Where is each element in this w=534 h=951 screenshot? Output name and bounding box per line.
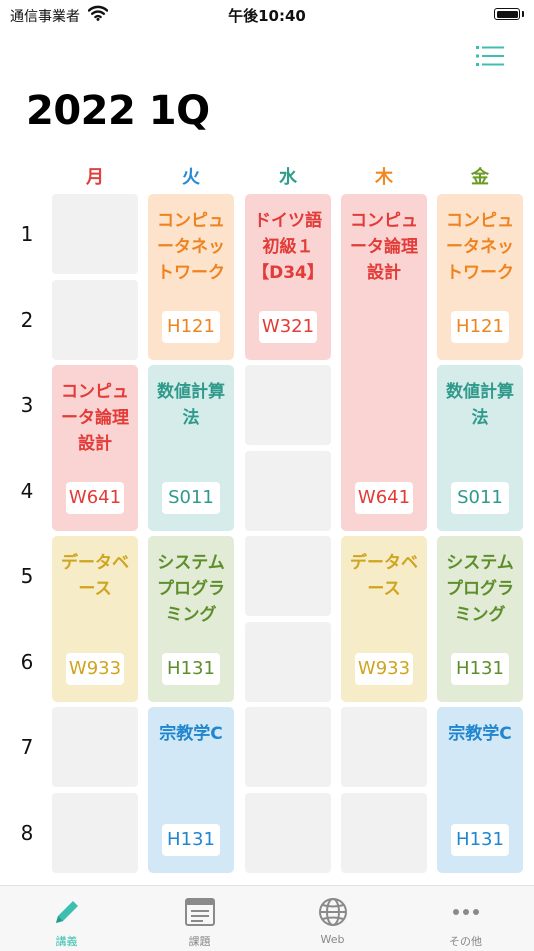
period-label: 8 [20,820,34,845]
period-label: 4 [20,478,34,503]
empty-cell[interactable] [245,365,331,445]
day-header: 水 [279,167,297,188]
room-badge: W933 [355,652,413,685]
status-bar: 通信事業者 午後10:40 [0,0,534,30]
empty-cell[interactable] [245,450,331,531]
room-badge: W321 [259,310,317,343]
empty-cell[interactable] [245,792,331,873]
class-name: コンピュータ論理設計 [350,211,418,283]
list-icon [476,46,504,66]
more-icon [453,909,479,915]
period-label: 7 [20,735,34,759]
day-header: 金 [471,167,489,188]
class-card[interactable]: 数値計算法 S011 [148,365,234,531]
class-name: システムプログラミング [446,553,514,625]
room-badge: W933 [66,652,124,685]
room-badge: H131 [451,823,509,856]
class-card[interactable]: コンピュータ論理設計 W641 [341,194,427,531]
tab-lectures-label: 講義 [55,935,78,948]
room-badge: H131 [162,652,220,685]
class-card[interactable]: コンピュータネットワーク H121 [437,194,523,360]
empty-cell[interactable] [245,707,331,787]
page-title: 2022 1Q [26,88,210,134]
day-header: 木 [375,167,393,188]
tab-other-label: その他 [449,935,482,948]
period-label: 5 [20,564,34,588]
room-badge: S011 [162,481,220,514]
class-name: データベース [350,553,418,599]
empty-cell[interactable] [52,707,138,787]
empty-cell[interactable] [52,792,138,873]
battery-cap [522,11,524,17]
class-card[interactable]: システムプログラミング H131 [148,536,234,702]
class-card[interactable]: コンピュータネットワーク H121 [148,194,234,360]
class-card[interactable]: データベース W933 [341,536,427,702]
class-card[interactable]: データベース W933 [52,536,138,702]
class-name: システムプログラミング [157,553,225,625]
tab-web[interactable]: Web [266,886,399,951]
room-badge: S011 [451,481,509,514]
class-card[interactable]: 宗教学C H131 [148,707,234,873]
class-name: 宗教学C [448,724,512,744]
battery-icon [494,8,520,20]
period-label: 6 [20,649,34,674]
room-badge: H121 [162,310,220,343]
list-menu-button[interactable] [472,40,508,72]
empty-cell[interactable] [341,792,427,873]
empty-cell[interactable] [245,536,331,616]
tab-assignments-label: 課題 [188,935,211,948]
empty-cell[interactable] [52,279,138,360]
room-badge: H131 [162,823,220,856]
room-badge: H121 [451,310,509,343]
class-card[interactable]: システムプログラミング H131 [437,536,523,702]
period-label: 3 [20,393,34,417]
class-name: 数値計算法 [157,382,225,428]
class-name: コンピュータネットワーク [446,211,514,283]
empty-cell[interactable] [245,621,331,702]
document-icon [185,898,215,926]
class-name: 数値計算法 [446,382,514,428]
class-name: コンピュータ論理設計 [61,382,129,454]
room-badge: W641 [355,481,413,514]
period-label: 2 [20,307,34,332]
tab-lectures[interactable]: 講義 [0,886,133,951]
tab-assignments[interactable]: 課題 [133,886,266,951]
room-badge: W641 [66,481,124,514]
status-time: 午後10:40 [228,7,306,25]
class-name: ドイツ語初級１【D34】 [252,211,324,283]
class-card[interactable]: 宗教学C H131 [437,707,523,873]
class-name: データベース [61,553,129,599]
globe-icon [319,898,347,926]
day-header: 月 [86,167,104,188]
class-card[interactable]: 数値計算法 S011 [437,365,523,531]
pencil-icon [56,901,78,923]
day-header: 火 [182,167,200,188]
empty-cell[interactable] [52,194,138,274]
period-label: 1 [20,222,34,246]
tab-bar: 講義 課題 Web その他 [0,885,534,951]
tab-web-label: Web [320,933,345,946]
empty-cell[interactable] [341,707,427,787]
tab-other[interactable]: その他 [399,886,532,951]
class-card[interactable]: ドイツ語初級１【D34】 W321 [245,194,331,360]
room-badge: H131 [451,652,509,685]
class-name: 宗教学C [159,724,223,744]
class-card[interactable]: コンピュータ論理設計 W641 [52,365,138,531]
class-name: コンピュータネットワーク [157,211,225,283]
